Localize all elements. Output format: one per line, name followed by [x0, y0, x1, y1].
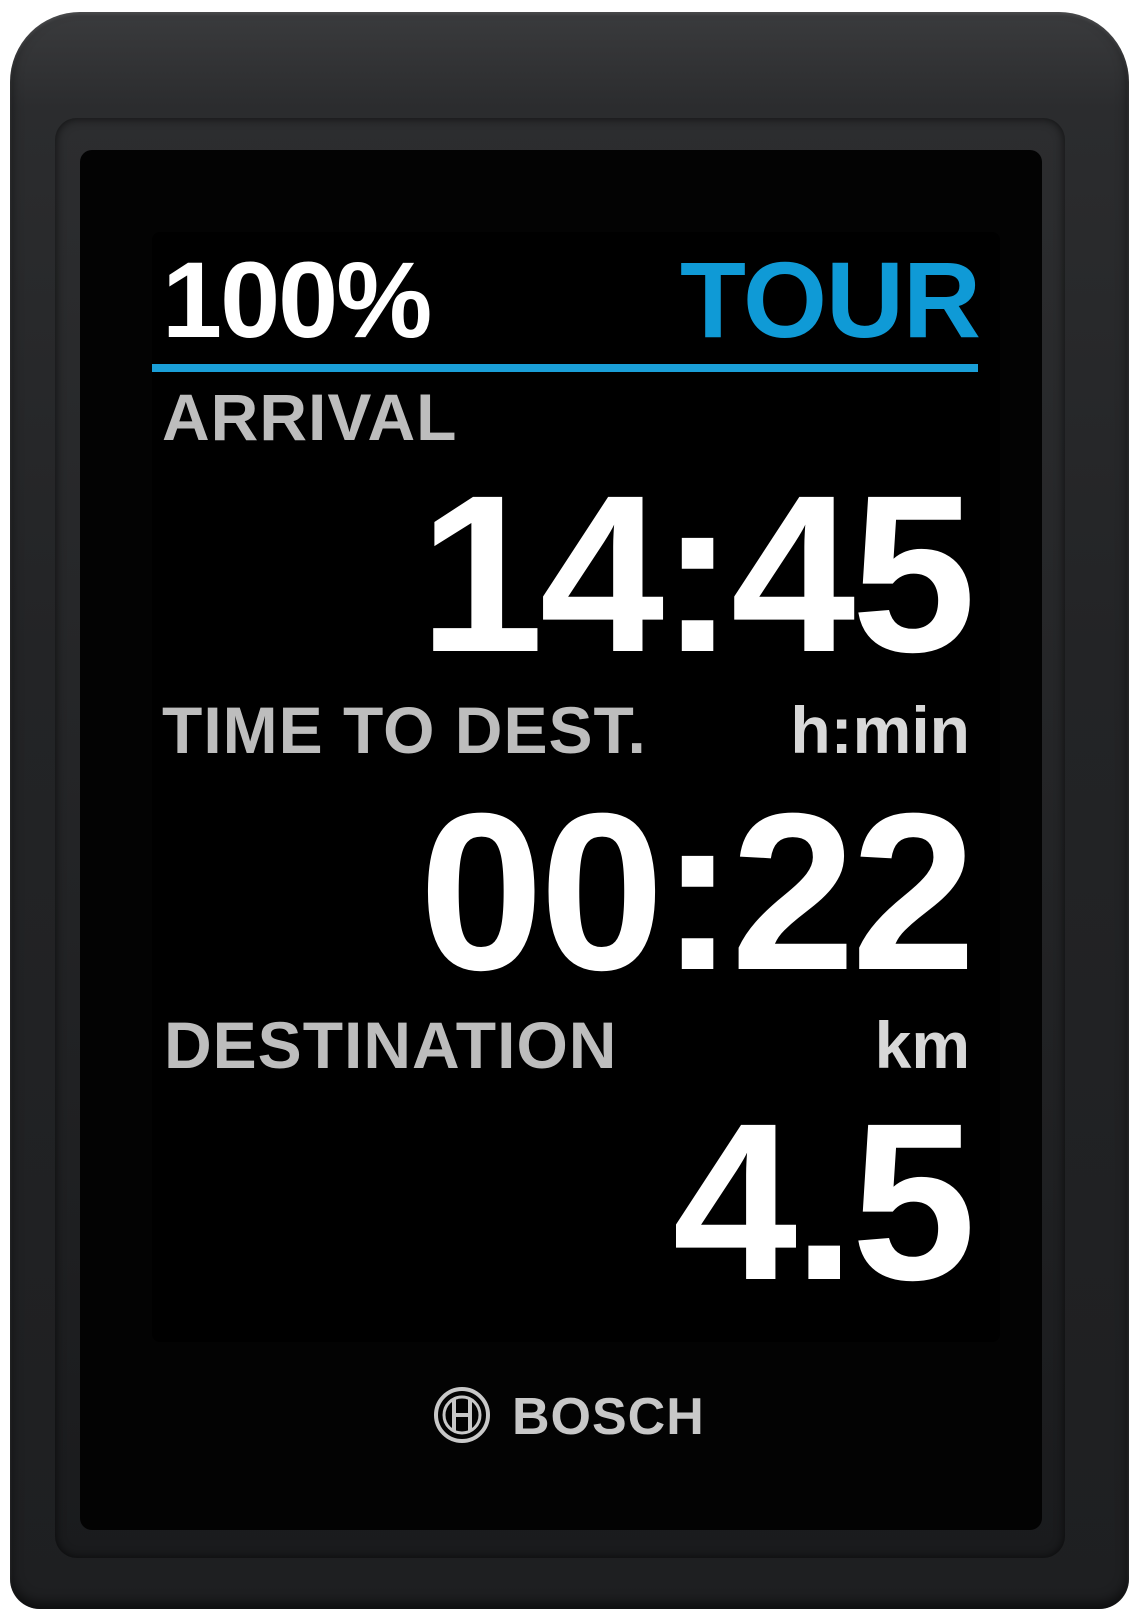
- time-to-destination-label: TIME TO DEST.: [162, 693, 647, 767]
- destination-value: 4.5: [672, 1077, 976, 1327]
- status-divider: [152, 364, 978, 372]
- arrival-value: 14:45: [419, 449, 976, 699]
- battery-level: 100%: [162, 239, 432, 360]
- brand-mark: BOSCH: [432, 1382, 705, 1452]
- destination-label: DESTINATION: [164, 1008, 618, 1082]
- assist-mode: TOUR: [679, 239, 981, 360]
- time-to-destination-unit: h:min: [790, 693, 970, 767]
- bosch-armature-icon: [432, 1385, 492, 1450]
- display-screen: 100% TOUR ARRIVAL 14:45 TIME TO DEST. h:…: [152, 232, 1000, 1342]
- destination-unit: km: [874, 1008, 970, 1082]
- time-to-destination-value: 00:22: [419, 767, 976, 1017]
- brand-name: BOSCH: [512, 1388, 705, 1446]
- arrival-label: ARRIVAL: [162, 380, 458, 454]
